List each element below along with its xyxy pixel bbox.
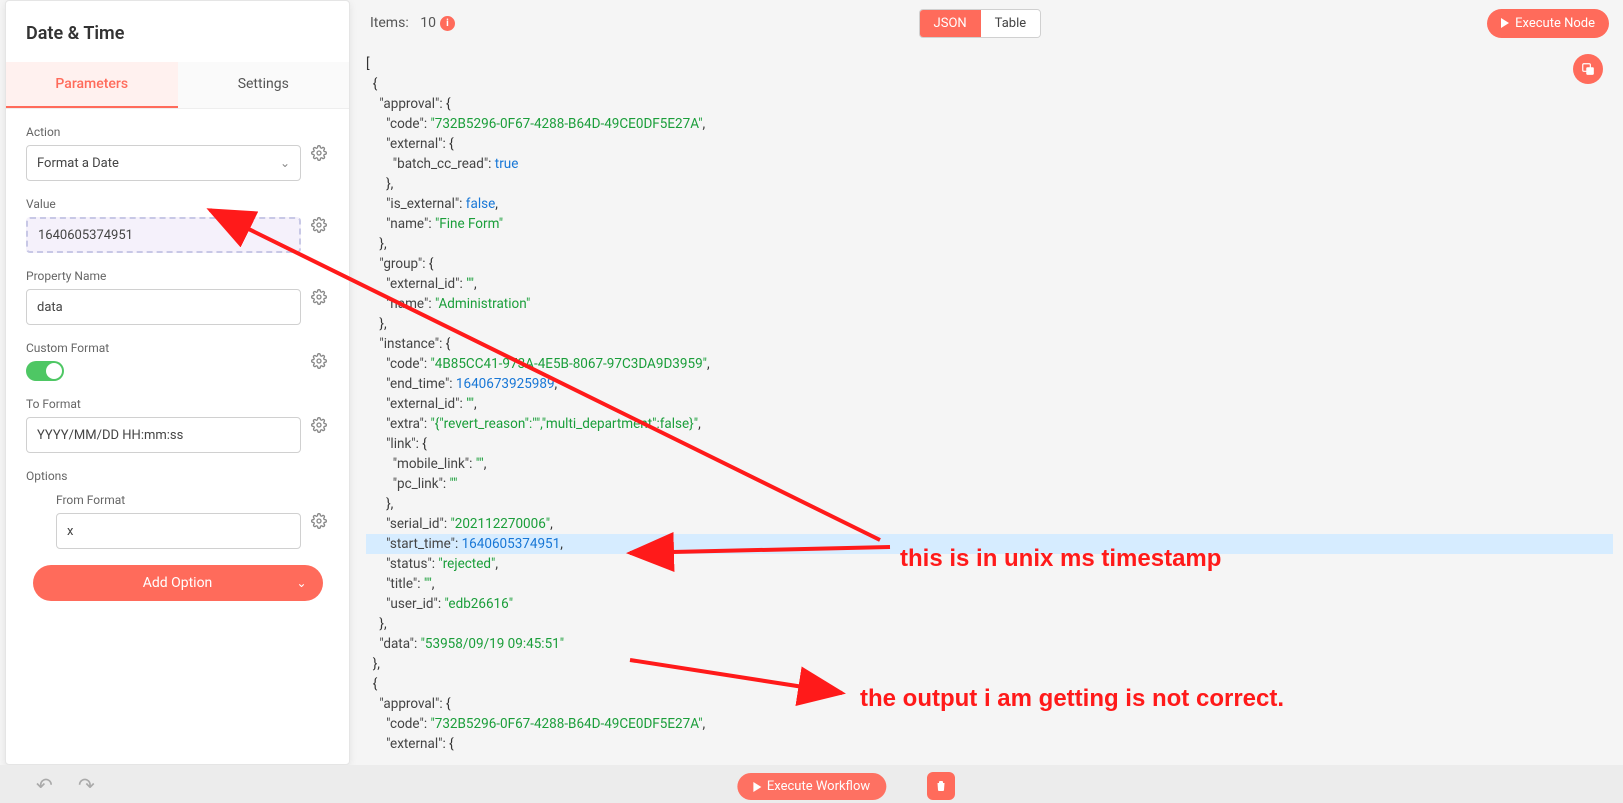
- execute-workflow-label: Execute Workflow: [767, 779, 870, 794]
- play-icon: [1501, 18, 1509, 28]
- trash-button[interactable]: [927, 772, 955, 800]
- table-view-button[interactable]: Table: [981, 10, 1040, 37]
- execute-workflow-button[interactable]: Execute Workflow: [737, 773, 886, 800]
- gear-icon[interactable]: [309, 215, 329, 235]
- panel-tabs: Parameters Settings: [6, 62, 349, 109]
- gear-icon[interactable]: [309, 511, 329, 531]
- property-name-input[interactable]: [26, 289, 301, 325]
- copy-button[interactable]: [1573, 54, 1603, 84]
- output-topbar: Items: 10 i JSON Table Execute Node: [356, 0, 1623, 46]
- tab-parameters[interactable]: Parameters: [6, 62, 178, 108]
- chevron-down-icon: ⌄: [280, 156, 290, 170]
- to-format-input[interactable]: [26, 417, 301, 453]
- redo-icon[interactable]: ↷: [78, 773, 95, 797]
- custom-format-label: Custom Format: [26, 341, 301, 355]
- property-name-label: Property Name: [26, 269, 301, 283]
- custom-format-toggle[interactable]: [26, 361, 64, 381]
- to-format-label: To Format: [26, 397, 301, 411]
- gear-icon[interactable]: [309, 351, 329, 371]
- action-value: Format a Date: [37, 156, 119, 171]
- output-panel: Items: 10 i JSON Table Execute Node [ { …: [356, 0, 1623, 765]
- options-label: Options: [26, 469, 329, 483]
- items-count: Items: 10 i: [370, 15, 455, 31]
- json-view-button[interactable]: JSON: [920, 10, 981, 37]
- value-label: Value: [26, 197, 301, 211]
- add-option-button[interactable]: Add Option ⌄: [33, 565, 323, 601]
- panel-title: Date & Time: [6, 1, 349, 62]
- view-toggle: JSON Table: [919, 9, 1042, 38]
- gear-icon[interactable]: [309, 415, 329, 435]
- play-icon: [753, 782, 761, 792]
- json-output[interactable]: [ { "approval": { "code": "732B5296-0F67…: [356, 46, 1623, 765]
- info-icon[interactable]: i: [440, 16, 455, 31]
- gear-icon[interactable]: [309, 143, 329, 163]
- value-input[interactable]: [26, 217, 301, 253]
- bottom-toolbar: ↶ ↷ Execute Workflow: [0, 765, 1623, 803]
- node-config-panel: Date & Time Parameters Settings Action F…: [5, 0, 350, 765]
- undo-icon[interactable]: ↶: [36, 773, 53, 797]
- action-label: Action: [26, 125, 301, 139]
- gear-icon[interactable]: [309, 287, 329, 307]
- action-select[interactable]: Format a Date ⌄: [26, 145, 301, 181]
- from-format-label: From Format: [56, 493, 301, 507]
- add-option-label: Add Option: [143, 575, 213, 591]
- chevron-down-icon: ⌄: [296, 576, 306, 590]
- from-format-input[interactable]: [56, 513, 301, 549]
- execute-label: Execute Node: [1515, 16, 1595, 31]
- execute-node-button[interactable]: Execute Node: [1487, 9, 1609, 38]
- tab-settings[interactable]: Settings: [178, 62, 350, 108]
